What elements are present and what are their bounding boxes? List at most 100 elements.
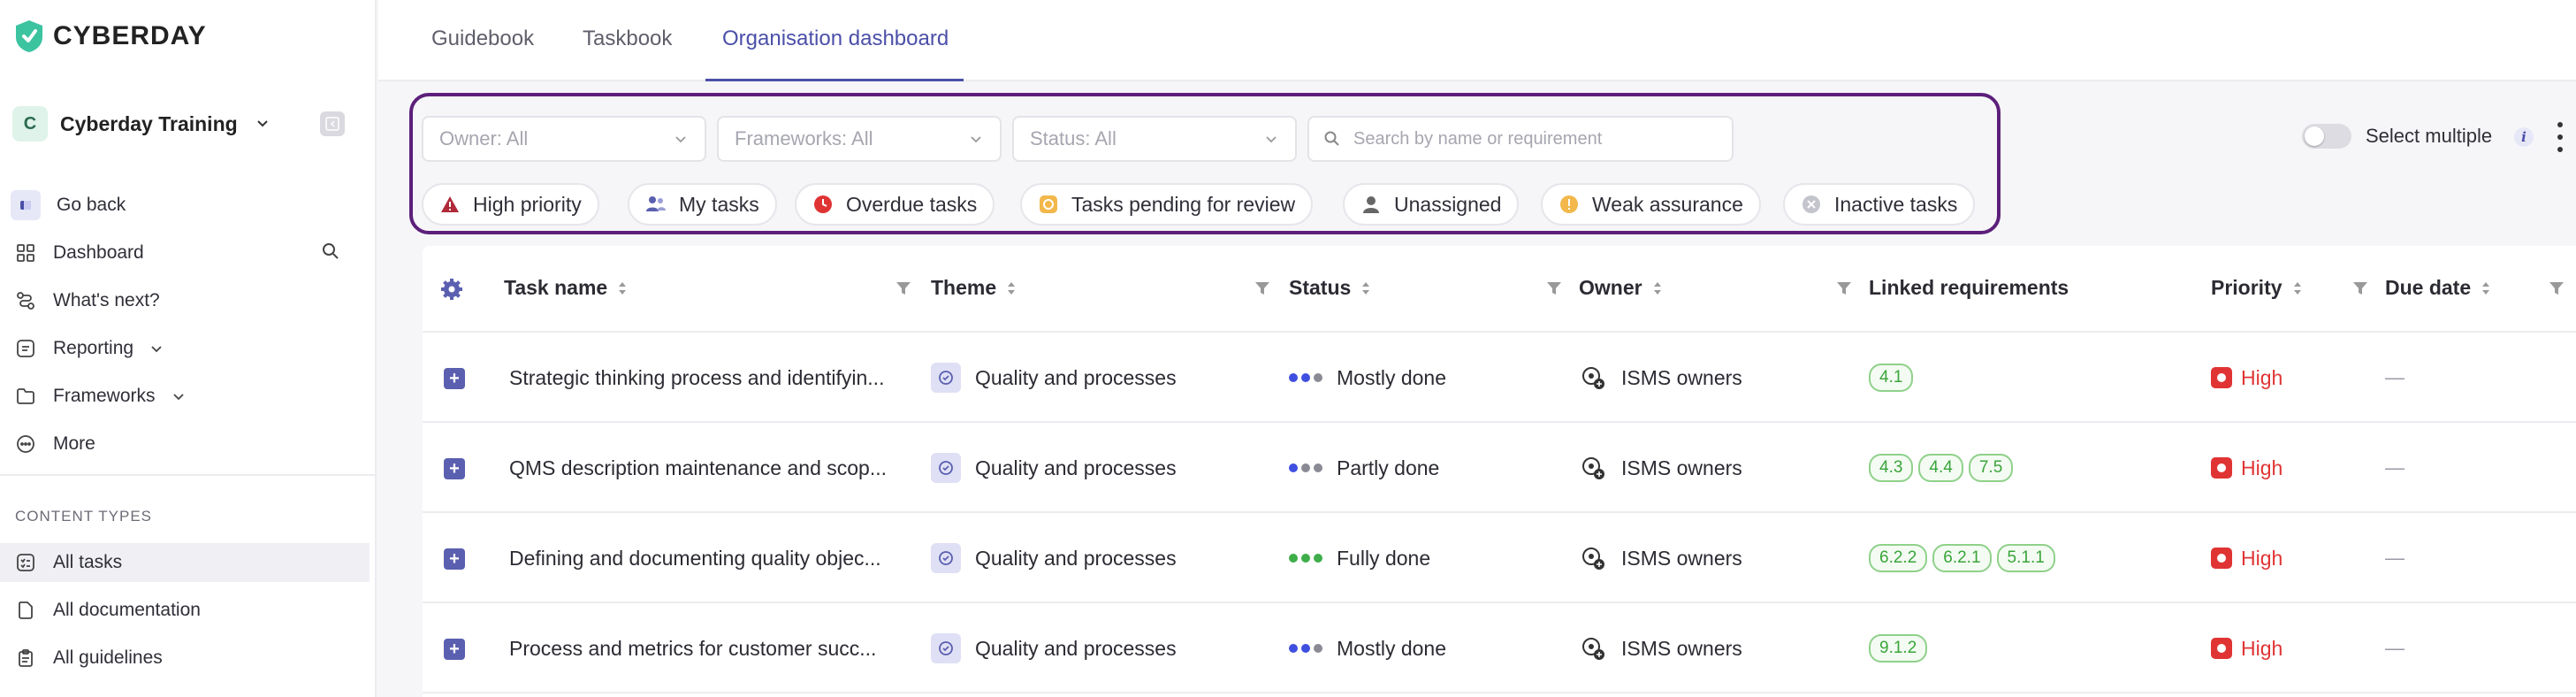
- chip-inactive-tasks[interactable]: Inactive tasks: [1783, 183, 1976, 226]
- logo[interactable]: CYBERDAY: [14, 19, 207, 53]
- chip-label: Weak assurance: [1592, 192, 1743, 216]
- workspace-switcher[interactable]: C Cyberday Training: [12, 104, 348, 143]
- column-label: Status: [1289, 276, 1352, 299]
- gear-icon[interactable]: [440, 278, 463, 301]
- chip-high-priority[interactable]: High priority: [422, 183, 599, 226]
- theme-cell: Quality and processes: [931, 333, 1177, 423]
- status-filter-select[interactable]: Status: All: [1012, 116, 1297, 162]
- chip-unassigned[interactable]: Unassigned: [1343, 183, 1520, 226]
- column-due-date[interactable]: Due date: [2385, 276, 2492, 300]
- frameworks-filter-select[interactable]: Frameworks: All: [717, 116, 1002, 162]
- task-name[interactable]: Defining and documenting quality objec..…: [509, 513, 881, 603]
- task-name[interactable]: Strategic thinking process and identifyi…: [509, 333, 884, 423]
- collapse-sidebar-button[interactable]: [320, 111, 345, 136]
- filter-icon[interactable]: [1254, 280, 1271, 297]
- requirements-cell: 4.3 4.4 7.5: [1869, 423, 2014, 513]
- sidebar-item-frameworks[interactable]: Frameworks: [14, 379, 186, 414]
- task-name[interactable]: Process and metrics for customer succ...: [509, 603, 876, 693]
- clock-icon: [812, 194, 834, 215]
- sidebar-item-label: More: [53, 433, 95, 454]
- go-back-link[interactable]: Go back: [11, 188, 126, 223]
- expand-row-button[interactable]: +: [444, 548, 465, 570]
- chevron-down-icon: [256, 120, 268, 127]
- status-label: Mostly done: [1337, 636, 1447, 660]
- filter-icon[interactable]: [895, 280, 912, 297]
- requirement-tag[interactable]: 4.1: [1869, 364, 1914, 392]
- sidebar-item-whats-next[interactable]: What's next?: [14, 283, 160, 318]
- table-row[interactable]: + Process and metrics for customer succ.…: [423, 603, 2576, 693]
- filter-icon[interactable]: [2351, 280, 2369, 297]
- filter-icon[interactable]: [2548, 280, 2565, 297]
- status-label: Mostly done: [1337, 365, 1447, 389]
- search-input[interactable]: [1353, 128, 1689, 149]
- expand-row-button[interactable]: +: [444, 368, 465, 389]
- group-gear-icon: [1582, 367, 1604, 389]
- requirement-tag[interactable]: 7.5: [1968, 454, 2014, 482]
- priority-cell: High: [2211, 423, 2283, 513]
- tab-taskbook[interactable]: Taskbook: [583, 27, 672, 51]
- frameworks-filter-value: Frameworks: All: [735, 127, 873, 149]
- sidebar-item-more[interactable]: More: [14, 426, 95, 462]
- workspace-avatar: C: [12, 106, 48, 142]
- due-date: —: [2385, 547, 2405, 569]
- filter-panel: Owner: All Frameworks: All Status: All H…: [409, 93, 2001, 234]
- filter-icon[interactable]: [1545, 280, 1563, 297]
- group-gear-icon: [1582, 548, 1604, 570]
- owner-filter-select[interactable]: Owner: All: [422, 116, 706, 162]
- tasks-icon: [14, 551, 37, 574]
- requirement-tag[interactable]: 6.2.2: [1869, 544, 1928, 572]
- more-options-icon[interactable]: [2555, 122, 2565, 152]
- chip-overdue-tasks[interactable]: Overdue tasks: [795, 183, 995, 226]
- tab-guidebook[interactable]: Guidebook: [431, 27, 534, 51]
- priority-icon: [2211, 367, 2232, 388]
- requirements-cell: 4.1: [1869, 333, 1914, 423]
- alert-circle-icon: [1559, 194, 1580, 215]
- sidebar-item-all-guidelines[interactable]: All guidelines: [14, 640, 163, 676]
- column-priority[interactable]: Priority: [2211, 276, 2304, 300]
- search-icon[interactable]: [320, 241, 341, 262]
- column-owner[interactable]: Owner: [1579, 276, 1664, 300]
- expand-row-button[interactable]: +: [444, 639, 465, 660]
- table-row[interactable]: + QMS description maintenance and scop..…: [423, 423, 2576, 513]
- requirement-tag[interactable]: 4.4: [1918, 454, 1963, 482]
- chevron-down-icon: [971, 136, 981, 143]
- sidebar-item-dashboard[interactable]: Dashboard: [14, 235, 144, 271]
- select-multiple-toggle[interactable]: [2302, 124, 2351, 149]
- grid-icon: [14, 241, 37, 264]
- tab-organisation-dashboard[interactable]: Organisation dashboard: [722, 27, 949, 51]
- table-row[interactable]: + Defining and documenting quality objec…: [423, 513, 2576, 603]
- info-icon[interactable]: i: [2514, 127, 2534, 147]
- chip-label: Inactive tasks: [1834, 192, 1958, 216]
- column-task-name[interactable]: Task name: [504, 276, 629, 300]
- theme-label: Quality and processes: [975, 546, 1177, 570]
- select-multiple-control[interactable]: Select multiple: [2302, 124, 2492, 149]
- sidebar-item-all-documentation[interactable]: All documentation: [14, 593, 201, 628]
- requirements-cell: 9.1.2: [1869, 603, 1928, 693]
- sidebar-item-label: Reporting: [53, 338, 134, 358]
- priority-label: High: [2241, 456, 2283, 479]
- chip-tasks-pending-review[interactable]: Tasks pending for review: [1020, 183, 1314, 226]
- requirement-tag[interactable]: 4.3: [1869, 454, 1914, 482]
- owner-filter-value: Owner: All: [439, 127, 529, 149]
- requirement-tag[interactable]: 9.1.2: [1869, 634, 1928, 663]
- requirement-tag[interactable]: 6.2.1: [1932, 544, 1992, 572]
- column-status[interactable]: Status: [1289, 276, 1372, 300]
- expand-row-button[interactable]: +: [444, 458, 465, 479]
- filter-icon[interactable]: [1835, 280, 1853, 297]
- table-row[interactable]: + Strategic thinking process and identif…: [423, 333, 2576, 423]
- report-icon: [14, 337, 37, 360]
- chip-weak-assurance[interactable]: Weak assurance: [1541, 183, 1761, 226]
- theme-label: Quality and processes: [975, 456, 1177, 479]
- priority-label: High: [2241, 365, 2283, 389]
- sidebar-item-all-tasks[interactable]: All tasks: [14, 545, 122, 580]
- priority-icon: [2211, 457, 2232, 479]
- task-name[interactable]: QMS description maintenance and scop...: [509, 423, 887, 513]
- requirement-tags: 4.1: [1869, 364, 1914, 392]
- clipboard-icon: [14, 647, 37, 670]
- top-tab-bar: Guidebook Taskbook Organisation dashboar…: [378, 0, 2576, 81]
- chip-my-tasks[interactable]: My tasks: [628, 183, 777, 226]
- sidebar-item-reporting[interactable]: Reporting: [14, 331, 164, 366]
- requirement-tag[interactable]: 5.1.1: [1996, 544, 2055, 572]
- column-label: Priority: [2211, 276, 2283, 299]
- column-theme[interactable]: Theme: [931, 276, 1017, 300]
